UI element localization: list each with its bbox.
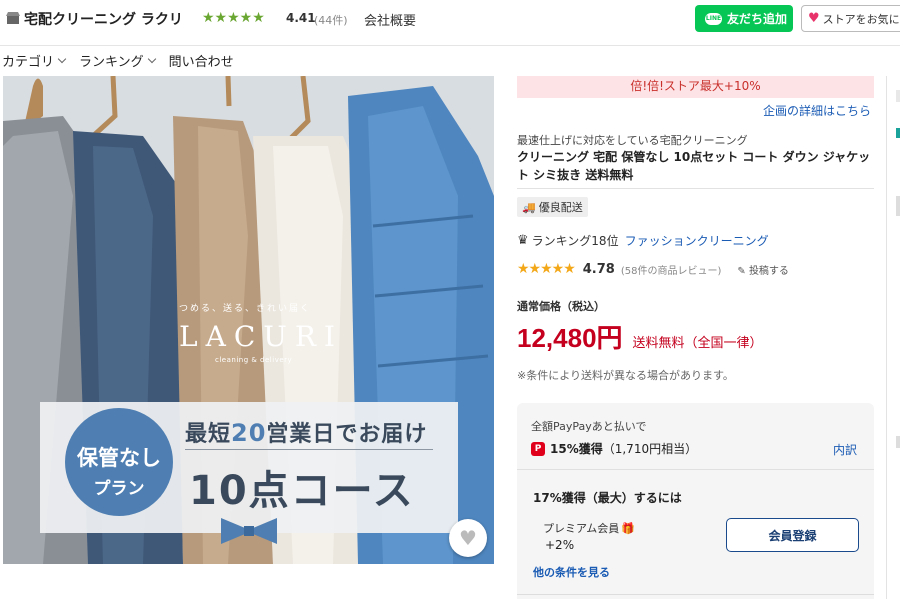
promo-prefix: 最短 (185, 422, 232, 447)
chevron-down-icon (147, 54, 156, 63)
store-review-count[interactable]: (44件) (314, 12, 348, 28)
promo-delivery-text: 最短20営業日でお届け (185, 416, 427, 448)
truck-icon: 🚚 (522, 200, 536, 214)
points-earn-rate: 15%獲得 (550, 442, 603, 456)
brand-subtitle: cleaning & delivery (215, 356, 293, 364)
post-review-link[interactable]: ✎ 投稿する (737, 262, 789, 277)
points-max-text: 17%獲得（最大）するには (533, 491, 682, 505)
nav-item-label: 問い合わせ (168, 54, 234, 70)
brand-tagline: つめる、送る、きれい届く (179, 304, 312, 314)
paypay-later-label: 全額PayPayあと払いで (531, 420, 647, 433)
nav-item-contact[interactable]: 問い合わせ (169, 50, 234, 70)
premium-member-label: プレミアム会員 🎁 (543, 520, 635, 536)
premium-bonus: +2% (545, 538, 575, 552)
store-favorite-button[interactable]: ♥ ストアをお気に入り (801, 5, 900, 32)
sidebar-fragment (896, 90, 900, 102)
sidebar-fragment (896, 436, 900, 448)
favorite-heart-button[interactable]: ♥ (449, 519, 487, 557)
more-conditions-link[interactable]: 他の条件を見る (533, 564, 610, 580)
excellent-delivery-badge: 🚚 優良配送 (517, 197, 588, 217)
member-register-button[interactable]: 会員登録 (726, 518, 859, 552)
brand-logo: LACURI (179, 320, 343, 353)
line-button-label: 友だち追加 (727, 12, 788, 26)
ranking-text: ランキング18位 (531, 234, 619, 248)
heart-icon: ♥ (808, 11, 820, 26)
product-catchcopy: 最速仕上げに対応をしている宅配クリーニング (517, 134, 748, 147)
price-row: 12,480円 送料無料 （全国一律） (517, 318, 763, 355)
heart-icon: ♥ (459, 526, 477, 550)
nav-item-label: カテゴリ (2, 54, 55, 70)
campaign-banner[interactable]: 倍!倍!ストア最大+10% (517, 76, 874, 98)
company-info-link[interactable]: 会社概要 (364, 10, 416, 29)
ranking-category-link[interactable]: ファッションクリーニング (625, 232, 769, 249)
plan-badge-line1: 保管なし (77, 446, 161, 470)
sidebar-fragment (896, 196, 900, 216)
post-review-label: 投稿する (748, 265, 789, 277)
gift-icon: 🎁 (621, 522, 635, 535)
product-price: 12,480円 (517, 323, 623, 353)
shipping-condition-note: ※条件により送料が異なる場合があります。 (517, 369, 734, 382)
store-header: 宅配クリーニング ラクリ ★★★★★ 4.41 (44件) 会社概要 LINE … (0, 0, 900, 40)
points-breakdown-link[interactable]: 内訳 (833, 441, 857, 458)
review-stars: ★★★★★ (517, 261, 576, 277)
promo-number: 20 (231, 419, 267, 447)
review-score: 4.78 (582, 261, 615, 277)
chevron-down-icon (57, 54, 67, 63)
points-divider (517, 469, 874, 470)
sidebar-fragment (896, 128, 900, 138)
header-divider (0, 45, 900, 46)
premium-member-text: プレミアム会員 (543, 522, 620, 535)
line-icon: LINE (705, 12, 722, 25)
promo-suffix: 営業日でお届け (266, 422, 428, 447)
ranking-row: ♛ ランキング18位 ファッションクリーニング (517, 232, 769, 249)
review-count-link[interactable]: (58件の商品レビュー) (621, 262, 722, 277)
crown-icon: ♛ (517, 233, 529, 248)
delivery-badge-label: 優良配送 (538, 201, 583, 214)
nav-item-ranking[interactable]: ランキング (79, 50, 156, 70)
nav-item-category[interactable]: カテゴリ (2, 50, 67, 70)
shipping-note: （全国一律） (684, 336, 763, 351)
campaign-details-link[interactable]: 企画の詳細はこちら (763, 102, 871, 119)
store-icon (6, 12, 20, 24)
favorite-button-label: ストアをお気に入り (822, 12, 900, 26)
points-bottom-divider (517, 594, 874, 595)
sidebar-divider (886, 76, 887, 599)
store-rating-score: 4.41 (286, 11, 316, 25)
plan-badge-line2: プラン (93, 479, 145, 499)
ribbon-icon (221, 518, 277, 544)
store-nav: カテゴリ ランキング 問い合わせ (0, 50, 248, 70)
price-label: 通常価格（税込） (517, 300, 605, 313)
nav-item-label: ランキング (79, 54, 144, 70)
edit-icon: ✎ (737, 265, 749, 277)
product-main-image[interactable]: つめる、送る、きれい届く LACURI cleaning & delivery … (3, 76, 494, 564)
right-sidebar-edge (896, 76, 900, 599)
product-title: クリーニング 宅配 保管なし 10点セット コート ダウン ジャケット シミ抜き… (517, 150, 871, 182)
title-divider (517, 188, 874, 189)
promo-course-text: 10点コース (189, 468, 415, 514)
paypay-icon: P (531, 442, 545, 456)
store-rating-stars: ★★★★★ (202, 10, 265, 26)
product-review-row: ★★★★★ 4.78 (58件の商品レビュー) ✎ 投稿する (517, 261, 789, 277)
promo-divider (185, 449, 433, 450)
store-name[interactable]: 宅配クリーニング ラクリ (24, 9, 183, 29)
points-earn-text: 15%獲得（1,710円相当） (550, 440, 697, 457)
points-panel: 全額PayPayあと払いで P 15%獲得（1,710円相当） 内訳 17%獲得… (517, 403, 874, 599)
points-earn-amount: （1,710円相当） (602, 442, 698, 456)
line-add-friend-button[interactable]: LINE 友だち追加 (695, 5, 793, 32)
free-shipping-label: 送料無料 (632, 336, 685, 351)
